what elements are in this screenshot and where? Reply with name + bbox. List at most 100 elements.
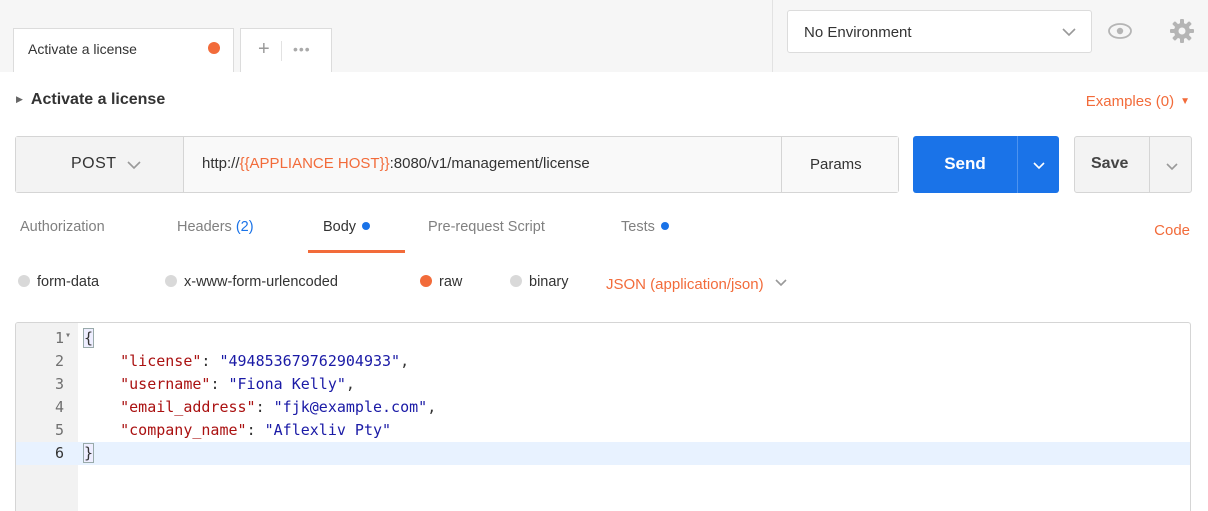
triangle-right-icon: ▶ bbox=[16, 94, 23, 104]
editor-line: 2 "license": "494853679762904933", bbox=[16, 350, 1190, 373]
url-input[interactable]: http://{{APPLIANCE HOST}}:8080/v1/manage… bbox=[184, 137, 781, 192]
more-tabs-button[interactable]: ••• bbox=[293, 41, 311, 57]
open-brace: { bbox=[82, 328, 95, 348]
editor-line: 5 "company_name": "Aflexliv Pty" bbox=[16, 419, 1190, 442]
json-key: "email_address" bbox=[120, 398, 256, 416]
tab-actions-divider bbox=[281, 41, 282, 61]
request-tab-label: Activate a license bbox=[28, 41, 137, 57]
url-variable: {{APPLIANCE HOST}} bbox=[239, 155, 390, 172]
url-bar: POST http://{{APPLIANCE HOST}}:8080/v1/m… bbox=[15, 136, 899, 193]
code-text: "email_address": "fjk@example.com", bbox=[120, 398, 437, 416]
close-brace: } bbox=[82, 443, 95, 463]
headers-count-badge: (2) bbox=[235, 219, 254, 235]
method-select[interactable]: POST bbox=[16, 137, 184, 192]
unsaved-changes-dot bbox=[208, 42, 220, 54]
chevron-down-icon bbox=[126, 158, 142, 176]
request-subtabs: Authorization Headers (2) Body Pre-reque… bbox=[0, 205, 1208, 255]
params-button[interactable]: Params bbox=[781, 137, 898, 192]
radio-urlencoded-dot bbox=[165, 275, 177, 287]
line-number: 6 bbox=[54, 444, 64, 462]
json-value: "Aflexliv Pty" bbox=[264, 421, 392, 439]
fold-caret-icon[interactable]: ▾ bbox=[65, 330, 71, 341]
radio-form-data[interactable]: form-data bbox=[18, 274, 99, 290]
send-options-button[interactable] bbox=[1017, 136, 1059, 193]
radio-binary[interactable]: binary bbox=[510, 274, 569, 290]
environment-select[interactable]: No Environment bbox=[787, 10, 1092, 53]
examples-dropdown[interactable]: Examples (0) ▼ bbox=[1086, 93, 1190, 110]
radio-form-data-dot bbox=[18, 275, 30, 287]
editor-line: 1 ▾ { bbox=[16, 327, 1190, 350]
active-tab-underline bbox=[308, 250, 405, 253]
tab-tests-label: Tests bbox=[621, 219, 655, 235]
content-type-select[interactable]: JSON (application/json) bbox=[606, 275, 788, 293]
radio-urlencoded-label: x-www-form-urlencoded bbox=[184, 274, 338, 290]
json-body-editor[interactable]: 1 ▾ { 2 "license": "494853679762904933",… bbox=[15, 322, 1191, 511]
code-text: "username": "Fiona Kelly", bbox=[120, 375, 355, 393]
line-number: 2 bbox=[54, 352, 64, 370]
body-indicator-dot bbox=[362, 222, 371, 230]
save-label: Save bbox=[1091, 155, 1129, 172]
request-name: Activate a license bbox=[30, 91, 166, 108]
tab-pre-request-script[interactable]: Pre-request Script bbox=[428, 219, 545, 235]
tab-headers[interactable]: Headers (2) bbox=[177, 219, 254, 235]
json-key: "username" bbox=[120, 375, 211, 393]
tab-body[interactable]: Body bbox=[323, 219, 371, 235]
code-link[interactable]: Code bbox=[1154, 222, 1190, 239]
chevron-down-icon bbox=[774, 275, 788, 292]
json-comma: , bbox=[427, 398, 437, 416]
json-key: "license" bbox=[120, 352, 202, 370]
chevron-down-icon bbox=[1061, 25, 1077, 43]
new-tab-button[interactable]: + bbox=[258, 38, 270, 61]
tab-actions: + ••• bbox=[240, 28, 332, 72]
radio-raw-dot bbox=[420, 275, 432, 287]
code-text: "company_name": "Aflexliv Pty" bbox=[120, 421, 392, 439]
method-value: POST bbox=[71, 155, 117, 172]
send-label: Send bbox=[944, 154, 986, 173]
line-number: 1 bbox=[54, 329, 64, 347]
code-text: "license": "494853679762904933", bbox=[120, 352, 410, 370]
json-comma: , bbox=[345, 375, 355, 393]
json-value: "Fiona Kelly" bbox=[228, 375, 346, 393]
environment-select-value: No Environment bbox=[804, 24, 912, 41]
send-button[interactable]: Send bbox=[913, 136, 1017, 193]
radio-raw-label: raw bbox=[439, 274, 463, 290]
json-value: "fjk@example.com" bbox=[273, 398, 428, 416]
tab-body-label: Body bbox=[323, 219, 357, 235]
radio-raw[interactable]: raw bbox=[420, 274, 462, 290]
url-text: http://{{APPLIANCE HOST}}:8080/v1/manage… bbox=[202, 155, 590, 172]
chevron-down-icon bbox=[1032, 158, 1046, 176]
json-key: "company_name" bbox=[120, 421, 247, 439]
caret-down-icon: ▼ bbox=[1180, 96, 1190, 107]
editor-line: 3 "username": "Fiona Kelly", bbox=[16, 373, 1190, 396]
body-mode-row: form-data x-www-form-urlencoded raw bina… bbox=[0, 262, 1208, 302]
chevron-down-icon bbox=[1165, 159, 1179, 177]
save-options-button[interactable] bbox=[1149, 136, 1192, 193]
tests-indicator-dot bbox=[660, 222, 669, 230]
eye-icon[interactable] bbox=[1105, 16, 1135, 46]
radio-binary-dot bbox=[510, 275, 522, 287]
json-comma: , bbox=[400, 352, 410, 370]
json-value: "494853679762904933" bbox=[219, 352, 401, 370]
line-number: 3 bbox=[54, 375, 64, 393]
editor-line-active: 6 } bbox=[16, 442, 1190, 465]
gear-icon[interactable] bbox=[1165, 14, 1199, 48]
line-number: 4 bbox=[54, 398, 64, 416]
topbar-divider bbox=[772, 0, 773, 72]
editor-line: 4 "email_address": "fjk@example.com", bbox=[16, 396, 1190, 419]
examples-label: Examples (0) bbox=[1085, 93, 1175, 110]
tab-headers-label: Headers bbox=[177, 219, 232, 235]
content-type-value: JSON (application/json) bbox=[606, 276, 764, 293]
url-suffix: :8080/v1/management/license bbox=[389, 155, 590, 172]
radio-binary-label: binary bbox=[529, 274, 569, 290]
request-tab-activate-license[interactable]: Activate a license bbox=[13, 28, 234, 72]
params-label: Params bbox=[810, 156, 862, 173]
code-text: } bbox=[82, 443, 95, 463]
line-number: 5 bbox=[54, 421, 64, 439]
tab-tests[interactable]: Tests bbox=[621, 219, 669, 235]
tab-bar: Activate a license + ••• No Environment bbox=[0, 0, 1208, 72]
url-prefix: http:// bbox=[202, 155, 240, 172]
request-name-row[interactable]: ▶ Activate a license bbox=[16, 91, 165, 109]
save-button[interactable]: Save bbox=[1074, 136, 1150, 193]
radio-urlencoded[interactable]: x-www-form-urlencoded bbox=[165, 274, 338, 290]
tab-authorization[interactable]: Authorization bbox=[20, 219, 105, 235]
